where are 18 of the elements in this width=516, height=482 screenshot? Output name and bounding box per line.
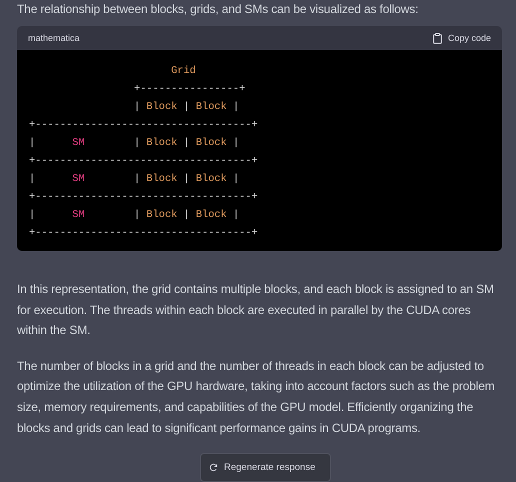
refresh-icon — [209, 463, 218, 472]
code-line: Grid — [170, 64, 197, 79]
code-line: | SM | Block | Block | — [29, 172, 240, 187]
clipboard-icon — [432, 32, 442, 44]
code-line: +-----------------------------------+ — [29, 190, 259, 205]
paragraph: The number of blocks in a grid and the number of threads in each block can be adjusted to optimize the utilization of the GPU hardware, taking into account factors such as the problem size, memory requirements, and capabilities of the GPU model. Efficiently organizing the blocks and grids can lead to significant performance gains in CUDA programs. — [17, 358, 496, 437]
code-line: +-----------------------------------+ — [29, 154, 259, 169]
intro-text: The relationship between blocks, grids, and SMs can be visualized as follows: — [17, 1, 420, 18]
code-line: | Block | Block | — [133, 100, 240, 115]
regenerate-button[interactable]: Regenerate response — [200, 453, 331, 482]
code-line: +-----------------------------------+ — [29, 226, 259, 241]
code-language: mathematica — [28, 33, 80, 43]
code-line: | SM | Block | Block | — [29, 208, 240, 223]
paragraph: In this representation, the grid contains multiple blocks, and each block is assigned to an SM for execution. The threads within each block are executed in parallel by the CUDA cores within the SM. — [17, 281, 495, 340]
code-line: +-----------------------------------+ — [29, 118, 259, 133]
copy-code-button[interactable]: Copy code — [432, 32, 491, 44]
code-line: +----------------+ — [133, 82, 246, 97]
code-line: | SM | Block | Block | — [29, 136, 240, 151]
